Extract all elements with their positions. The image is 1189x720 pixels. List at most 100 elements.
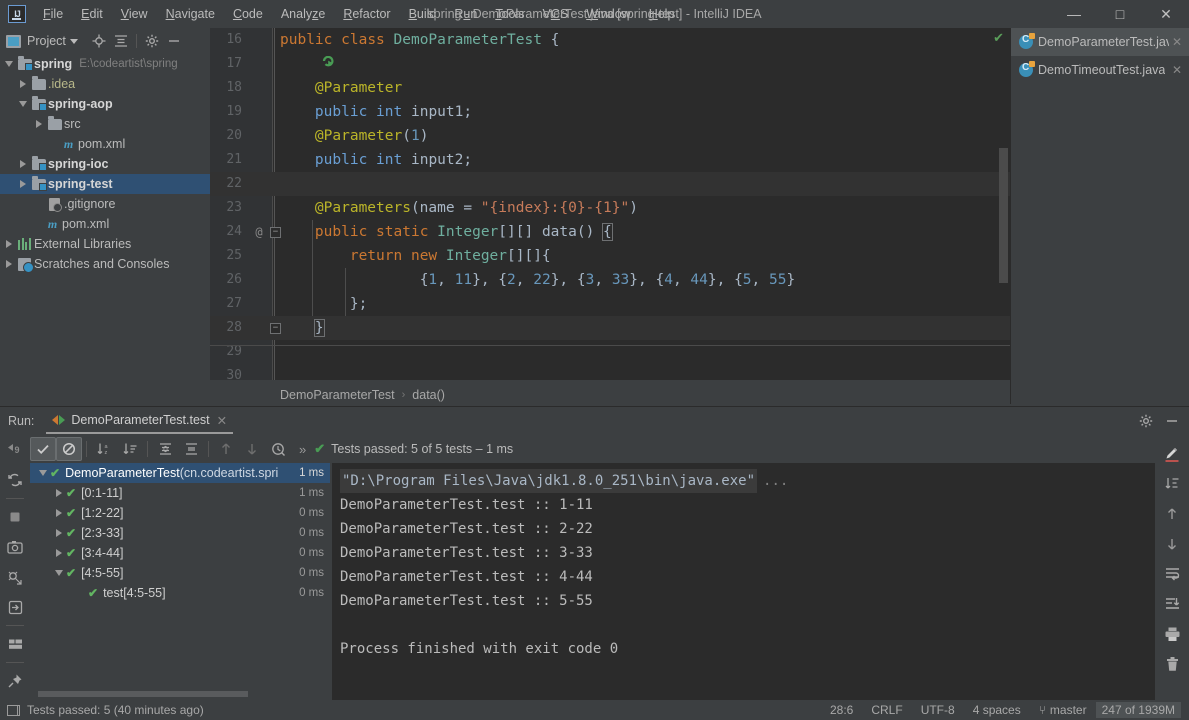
menu-refactor[interactable]: Refactor bbox=[334, 4, 399, 24]
event-log-icon[interactable] bbox=[7, 704, 20, 716]
tree-item-spring[interactable]: spring E:\codeartist\spring bbox=[0, 54, 210, 74]
expand-arrow-icon[interactable] bbox=[16, 101, 30, 107]
expand-arrow-icon[interactable] bbox=[16, 160, 30, 168]
breadcrumb[interactable]: DemoParameterTest › data() bbox=[210, 384, 1010, 406]
expand-arrow-icon[interactable] bbox=[52, 529, 66, 537]
tree-item-src[interactable]: src bbox=[0, 114, 210, 134]
expand-arrow-icon[interactable] bbox=[2, 260, 16, 268]
minimize-button[interactable]: — bbox=[1051, 0, 1097, 28]
test-results-tree[interactable]: ✔ DemoParameterTest (cn.codeartist.spri … bbox=[30, 463, 330, 701]
expand-arrow-icon[interactable] bbox=[16, 180, 30, 188]
maximize-button[interactable]: □ bbox=[1097, 0, 1143, 28]
test-node-0[interactable]: ✔ [0:1-11] 1 ms bbox=[30, 483, 330, 503]
git-branch-widget[interactable]: ⑂ master bbox=[1030, 703, 1096, 717]
sort-alphabetically-button[interactable]: az bbox=[91, 437, 117, 461]
test-node-3[interactable]: ✔ [3:4-44] 0 ms bbox=[30, 543, 330, 563]
test-history-button[interactable] bbox=[265, 437, 291, 461]
menu-window[interactable]: Window bbox=[577, 4, 639, 24]
close-button[interactable]: ✕ bbox=[1143, 0, 1189, 28]
menu-build[interactable]: Build bbox=[400, 4, 446, 24]
layout-settings-icon[interactable] bbox=[0, 629, 30, 659]
dump-threads-icon[interactable] bbox=[0, 562, 30, 592]
rerun-tests-icon[interactable]: 9 bbox=[0, 435, 30, 465]
editor-tab-bar[interactable]: DemoParameterTest.java ✕ DemoTimeoutTest… bbox=[1010, 28, 1189, 404]
tree-item-scratches[interactable]: Scratches and Consoles bbox=[0, 254, 210, 274]
rerun-failed-tests-icon[interactable] bbox=[0, 465, 30, 495]
collapse-all-button[interactable] bbox=[178, 437, 204, 461]
close-icon[interactable]: ✕ bbox=[1169, 35, 1185, 49]
pin-tab-icon[interactable] bbox=[0, 666, 30, 696]
project-tree[interactable]: spring E:\codeartist\spring .idea spring… bbox=[0, 54, 210, 404]
file-encoding[interactable]: UTF-8 bbox=[912, 703, 964, 717]
menu-run[interactable]: Run bbox=[445, 4, 486, 24]
scroll-to-bottom-icon[interactable] bbox=[1155, 589, 1189, 619]
code-content[interactable]: 16 public class DemoParameterTest { 17 1… bbox=[210, 28, 1010, 380]
collapse-all-icon[interactable] bbox=[110, 30, 132, 52]
status-message-area[interactable]: Tests passed: 5 (40 minutes ago) bbox=[7, 703, 204, 717]
caret-position[interactable]: 28:6 bbox=[821, 703, 862, 717]
previous-failed-test-button[interactable] bbox=[213, 437, 239, 461]
print-icon[interactable] bbox=[1155, 619, 1189, 649]
next-failed-test-button[interactable] bbox=[239, 437, 265, 461]
chevron-down-icon[interactable] bbox=[69, 38, 78, 44]
test-node-2[interactable]: ✔ [2:3-33] 0 ms bbox=[30, 523, 330, 543]
next-occurrence-icon[interactable] bbox=[1155, 529, 1189, 559]
breadcrumb-class[interactable]: DemoParameterTest bbox=[280, 388, 395, 402]
test-node-leaf[interactable]: ✔ test[4:5-55] 0 ms bbox=[30, 583, 330, 603]
expand-arrow-icon[interactable] bbox=[32, 120, 46, 128]
indent-setting[interactable]: 4 spaces bbox=[964, 703, 1030, 717]
memory-indicator[interactable]: 247 of 1939M bbox=[1095, 702, 1181, 718]
menu-navigate[interactable]: Navigate bbox=[157, 4, 224, 24]
breadcrumb-method[interactable]: data() bbox=[412, 388, 445, 402]
test-node-4[interactable]: ✔ [4:5-55] 0 ms bbox=[30, 563, 330, 583]
use-soft-wraps-icon[interactable] bbox=[1155, 559, 1189, 589]
menu-file[interactable]: File bbox=[34, 4, 72, 24]
previous-occurrence-icon[interactable] bbox=[1155, 499, 1189, 529]
expand-arrow-icon[interactable] bbox=[52, 509, 66, 517]
tree-item-pom-aop[interactable]: m pom.xml bbox=[0, 134, 210, 154]
tree-item-gitignore[interactable]: .gitignore bbox=[0, 194, 210, 214]
gear-icon[interactable] bbox=[1133, 408, 1159, 434]
inspection-status-icon[interactable]: ✔ bbox=[993, 30, 1004, 46]
menu-edit[interactable]: Edit bbox=[72, 4, 112, 24]
close-icon[interactable]: ✕ bbox=[217, 413, 227, 428]
show-passed-toggle[interactable] bbox=[30, 437, 56, 461]
tree-item-idea[interactable]: .idea bbox=[0, 74, 210, 94]
tree-item-spring-ioc[interactable]: spring-ioc bbox=[0, 154, 210, 174]
menu-tools[interactable]: Tools bbox=[486, 4, 533, 24]
locate-file-icon[interactable] bbox=[88, 30, 110, 52]
expand-arrow-icon[interactable] bbox=[52, 549, 66, 557]
editor-vertical-scrollbar[interactable] bbox=[999, 148, 1008, 283]
tree-item-spring-aop[interactable]: spring-aop bbox=[0, 94, 210, 114]
test-tree-scrollbar[interactable] bbox=[38, 691, 248, 697]
expand-arrow-icon[interactable] bbox=[52, 489, 66, 497]
hide-panel-icon[interactable] bbox=[163, 30, 185, 52]
editor-tab-demotimeouttest[interactable]: DemoTimeoutTest.java ✕ bbox=[1011, 56, 1189, 84]
console-input-icon[interactable] bbox=[0, 592, 30, 622]
tree-item-external-libraries[interactable]: External Libraries bbox=[0, 234, 210, 254]
soft-wrap-icon[interactable] bbox=[1155, 439, 1189, 469]
hide-panel-icon[interactable] bbox=[1159, 408, 1185, 434]
tree-item-spring-test[interactable]: spring-test bbox=[0, 174, 210, 194]
overflow-chevron-icon[interactable]: » bbox=[299, 442, 306, 457]
expand-arrow-icon[interactable] bbox=[2, 61, 16, 67]
tree-item-pom-root[interactable]: m pom.xml bbox=[0, 214, 210, 234]
gear-icon[interactable] bbox=[141, 30, 163, 52]
menu-view[interactable]: View bbox=[112, 4, 157, 24]
test-node-root[interactable]: ✔ DemoParameterTest (cn.codeartist.spri … bbox=[30, 463, 330, 483]
menu-code[interactable]: Code bbox=[224, 4, 272, 24]
menu-analyze[interactable]: Analyze bbox=[272, 4, 334, 24]
close-icon[interactable]: ✕ bbox=[1169, 63, 1185, 77]
expand-arrow-icon[interactable] bbox=[16, 80, 30, 88]
menu-vcs[interactable]: VCS bbox=[534, 4, 578, 24]
expand-arrow-icon[interactable] bbox=[36, 470, 50, 476]
show-ignored-toggle[interactable] bbox=[56, 437, 82, 461]
code-editor[interactable]: 16 public class DemoParameterTest { 17 1… bbox=[210, 28, 1010, 380]
test-node-1[interactable]: ✔ [1:2-22] 0 ms bbox=[30, 503, 330, 523]
expand-arrow-icon[interactable] bbox=[2, 240, 16, 248]
menu-help[interactable]: Help bbox=[640, 4, 684, 24]
expand-arrow-icon[interactable] bbox=[52, 570, 66, 576]
scroll-to-end-icon[interactable] bbox=[1155, 469, 1189, 499]
console-command-ellipsis[interactable]: ... bbox=[763, 473, 788, 489]
screenshot-icon[interactable] bbox=[0, 532, 30, 562]
